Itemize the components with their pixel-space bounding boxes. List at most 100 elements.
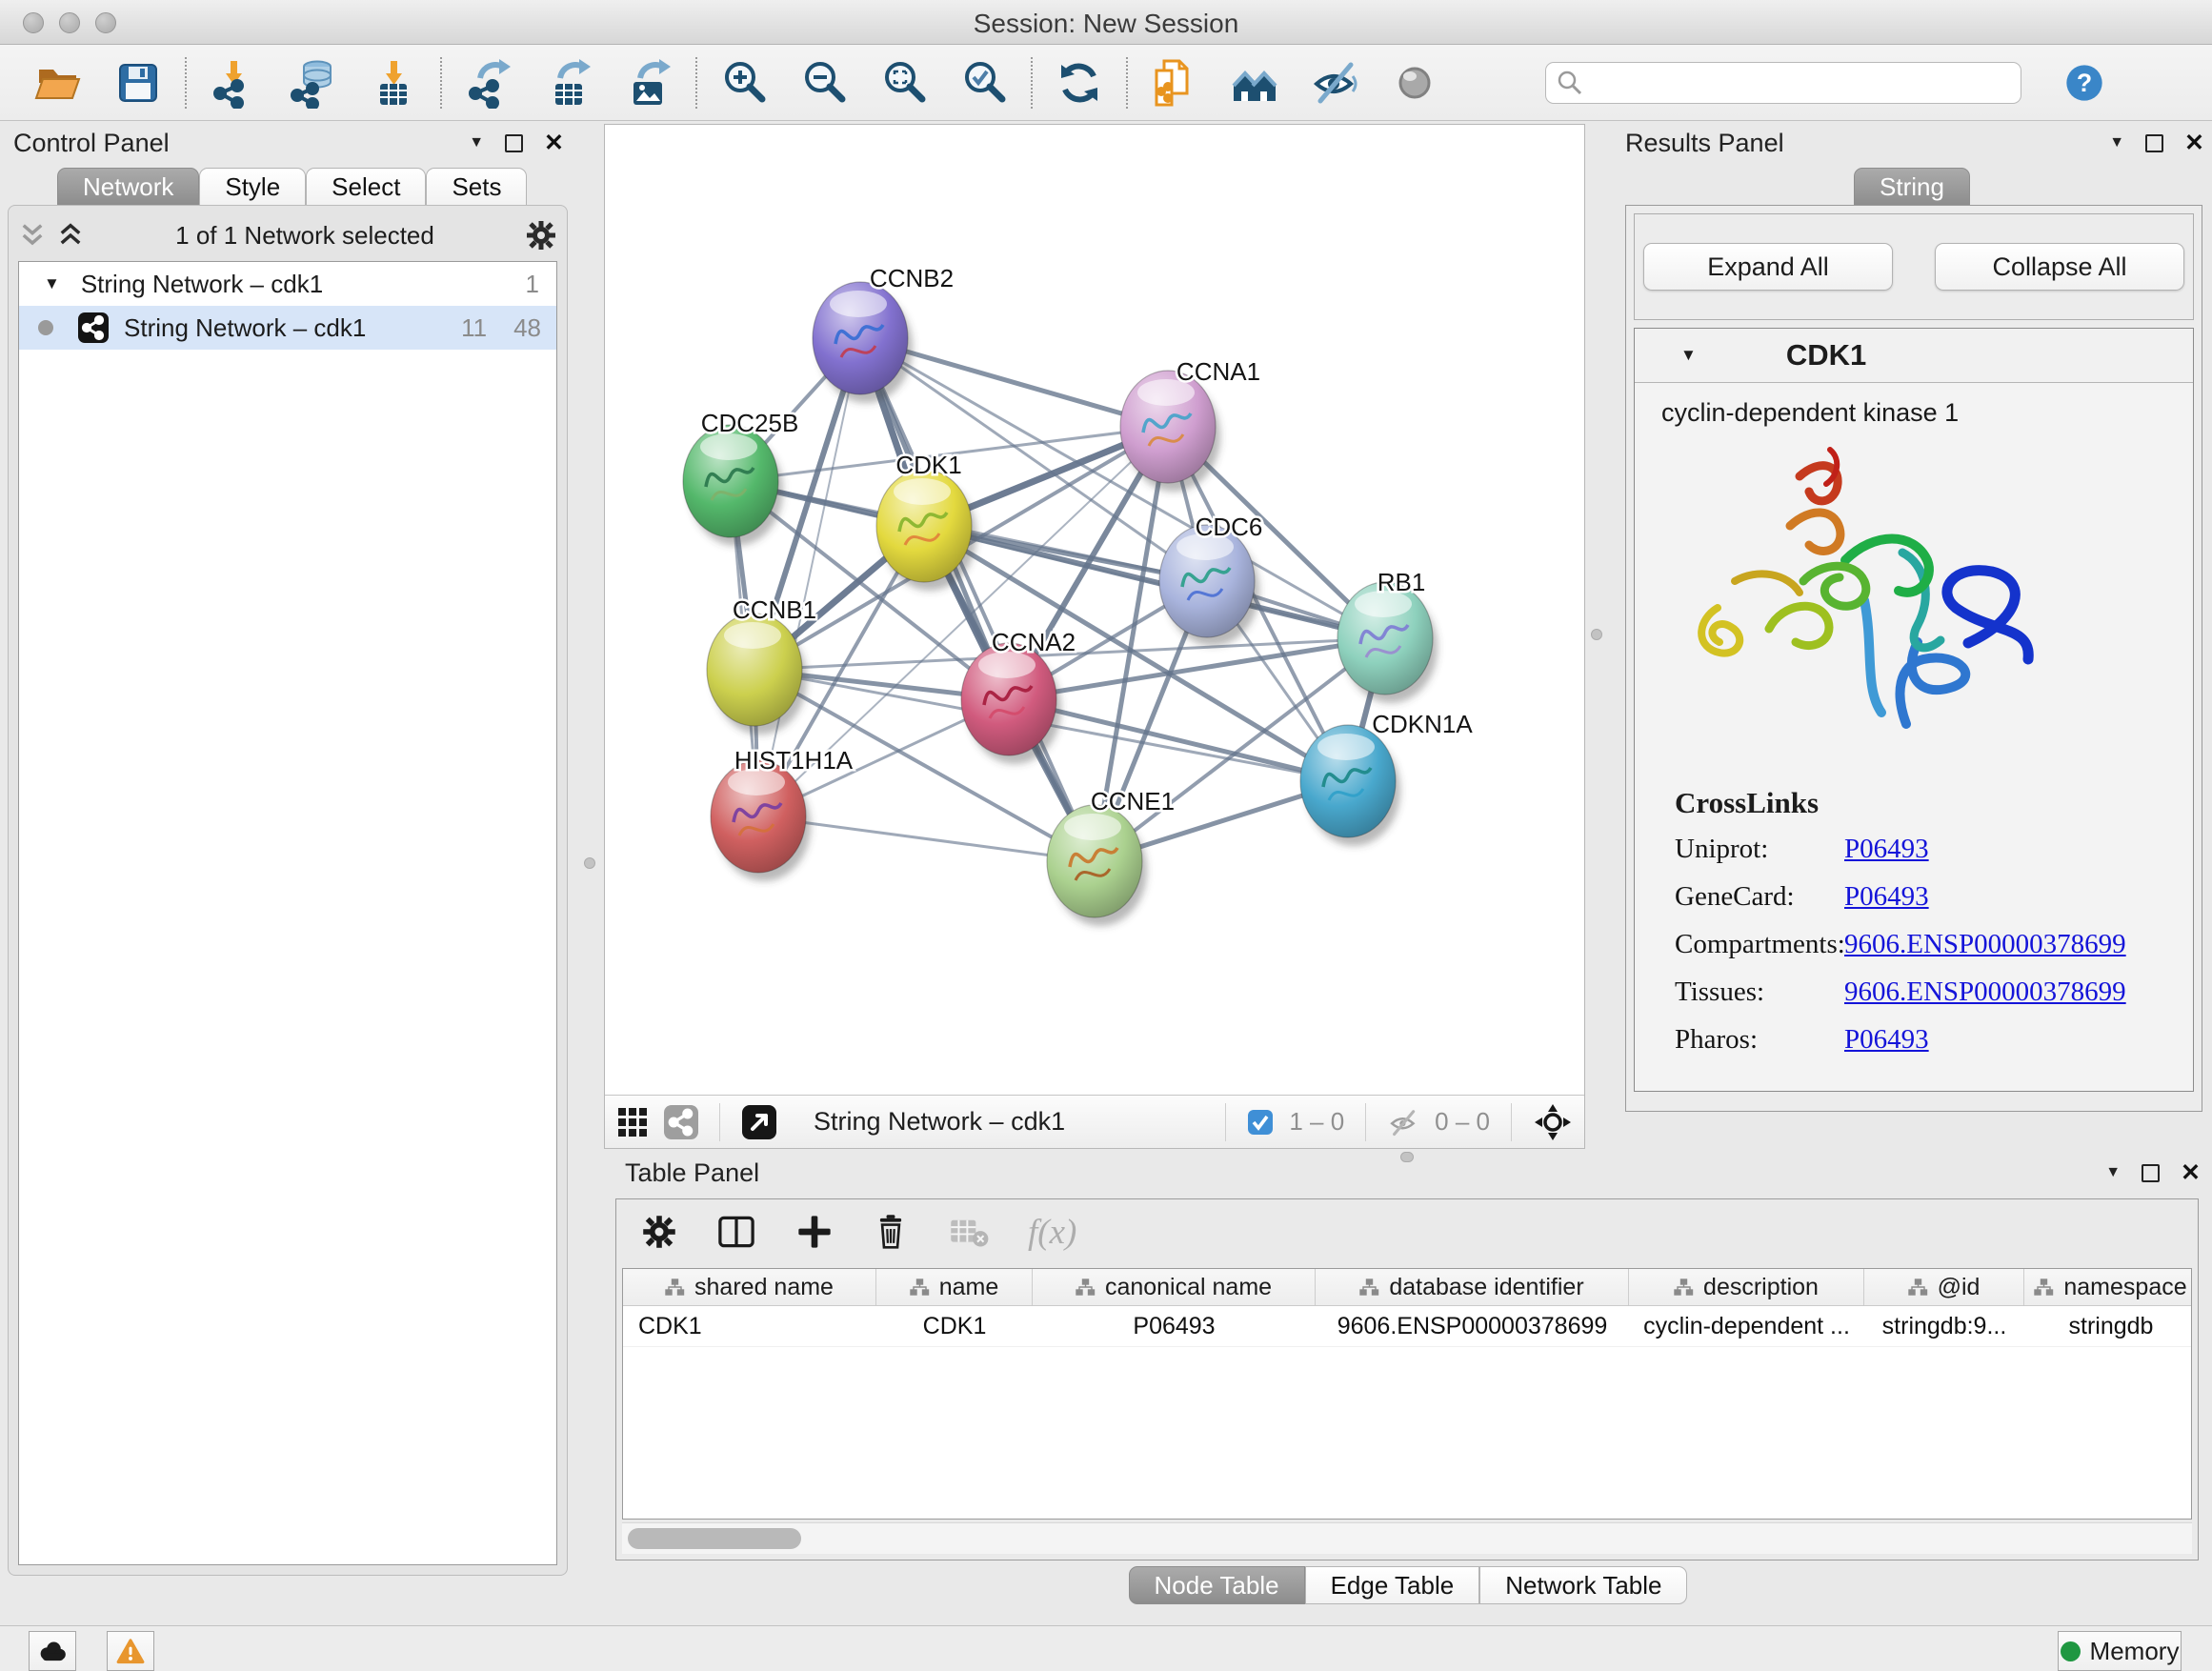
save-session-icon[interactable] (112, 57, 164, 109)
column-header-database-identifier[interactable]: database identifier (1316, 1269, 1629, 1305)
export-table-icon[interactable] (543, 57, 594, 109)
selected-nodes-checkbox-icon[interactable] (1247, 1109, 1274, 1136)
column-header-canonical-name[interactable]: canonical name (1033, 1269, 1316, 1305)
column-header-namespace[interactable]: namespace (2024, 1269, 2192, 1305)
table-panel-close-icon[interactable]: ✕ (2181, 1161, 2201, 1185)
import-network-from-database-icon[interactable] (288, 57, 339, 109)
table-panel-float-icon[interactable] (2142, 1164, 2160, 1182)
node-CCNA2[interactable]: CCNA2 (961, 628, 1076, 764)
delete-table-icon[interactable] (948, 1214, 990, 1250)
node-RB1[interactable]: RB1 (1337, 568, 1438, 703)
network-canvas[interactable]: CCNB2 CCNA1 CDC25B CDK1 CDC6 RB1 CCNB1 CCNA2 CDK… (605, 125, 1584, 1095)
edge[interactable] (860, 338, 1095, 861)
table-horizontal-scrollbar[interactable] (622, 1522, 2192, 1554)
tab-network[interactable]: Network (57, 168, 199, 206)
export-image-icon[interactable] (623, 57, 674, 109)
table-row[interactable]: CDK1CDK1P064939606.ENSP00000378699cyclin… (623, 1306, 2191, 1347)
node-CDKN1A[interactable]: CDKN1A (1300, 710, 1473, 846)
table-panel-menu-icon[interactable]: ▼ (2105, 1164, 2121, 1181)
table-settings-gear-icon[interactable] (641, 1214, 677, 1250)
network-row[interactable]: String Network – cdk1 11 48 (19, 306, 556, 350)
node-CCNB1[interactable]: CCNB1 (707, 595, 816, 735)
cell-database-identifier[interactable]: 9606.ENSP00000378699 (1316, 1313, 1629, 1340)
crosslink-value-link[interactable]: P06493 (1844, 881, 1929, 913)
left-splitter-handle[interactable] (584, 857, 595, 869)
zoom-fit-icon[interactable] (878, 57, 930, 109)
warning-status-button[interactable] (107, 1631, 154, 1671)
show-columns-icon[interactable] (715, 1213, 757, 1251)
node-table: shared namenamecanonical namedatabase id… (622, 1268, 2192, 1520)
import-string-network-icon[interactable] (1149, 57, 1200, 109)
node-CCNA1[interactable]: CCNA1 (1120, 357, 1260, 492)
control-panel-close-icon[interactable]: ✕ (544, 131, 564, 155)
results-panel-menu-icon[interactable]: ▼ (2109, 134, 2124, 151)
network-view: CCNB2 CCNA1 CDC25B CDK1 CDC6 RB1 CCNB1 CCNA2 CDK… (604, 124, 1585, 1149)
cloud-status-button[interactable] (29, 1631, 76, 1671)
scrollbar-thumb[interactable] (628, 1528, 801, 1549)
export-network-icon[interactable] (463, 57, 514, 109)
expand-all-button[interactable]: Expand All (1643, 243, 1893, 291)
column-header-name[interactable]: name (876, 1269, 1033, 1305)
refresh-network-icon[interactable] (1054, 57, 1105, 109)
help-icon[interactable]: ? (2061, 60, 2107, 106)
import-network-icon[interactable] (208, 57, 259, 109)
zoom-in-icon[interactable] (718, 57, 770, 109)
tab-node-table[interactable]: Node Table (1129, 1566, 1305, 1604)
network-options-gear-icon[interactable] (525, 219, 557, 252)
tab-string[interactable]: String (1854, 168, 1970, 206)
node-HIST1H1A[interactable]: HIST1H1A (711, 746, 854, 881)
crosslink-value-link[interactable]: 9606.ENSP00000378699 (1844, 976, 2126, 1008)
expand-all-icon[interactable] (56, 223, 85, 248)
column-header-label: @id (1938, 1274, 1981, 1301)
add-column-icon[interactable] (795, 1213, 834, 1251)
zoom-selected-icon[interactable] (958, 57, 1010, 109)
zoom-out-icon[interactable] (798, 57, 850, 109)
column-header-shared-name[interactable]: shared name (623, 1269, 876, 1305)
tab-select[interactable]: Select (306, 168, 426, 206)
tab-network-table[interactable]: Network Table (1479, 1566, 1687, 1604)
import-table-icon[interactable] (368, 57, 419, 109)
crosslink-value-link[interactable]: 9606.ENSP00000378699 (1844, 929, 2126, 960)
cell-canonical-name[interactable]: P06493 (1033, 1313, 1316, 1340)
open-session-icon[interactable] (32, 57, 84, 109)
node-CDC25B[interactable]: CDC25B (683, 409, 798, 546)
birds-eye-view-icon[interactable] (741, 1104, 777, 1140)
cell-name[interactable]: CDK1 (876, 1313, 1033, 1340)
column-header-id[interactable]: @id (1864, 1269, 2024, 1305)
control-panel-float-icon[interactable] (505, 134, 523, 152)
tab-edge-table[interactable]: Edge Table (1305, 1566, 1480, 1604)
results-panel-close-icon[interactable]: ✕ (2184, 131, 2204, 155)
crosslink-value-link[interactable]: P06493 (1844, 834, 1929, 865)
memory-button[interactable]: Memory (2058, 1631, 2182, 1671)
show-all-icon[interactable] (1389, 57, 1440, 109)
control-panel-menu-icon[interactable]: ▼ (469, 134, 484, 151)
cell-description[interactable]: cyclin-dependent ... (1629, 1313, 1864, 1340)
node-CDC6[interactable]: CDC6 (1159, 513, 1262, 646)
tab-style[interactable]: Style (199, 168, 306, 206)
cell-id[interactable]: stringdb:9... (1864, 1313, 2024, 1340)
node-label: CDK1 (895, 451, 961, 479)
gene-section-expander-icon[interactable]: ▼ (1680, 346, 1697, 365)
right-splitter-handle[interactable] (1591, 629, 1602, 640)
cell-namespace[interactable]: stringdb (2024, 1313, 2192, 1340)
grid-view-icon[interactable] (616, 1106, 649, 1138)
results-panel-float-icon[interactable] (2145, 134, 2163, 152)
crosslink-value-link[interactable]: P06493 (1844, 1024, 1929, 1056)
tab-sets[interactable]: Sets (426, 168, 527, 206)
string-home-icon[interactable] (1229, 57, 1280, 109)
node-CCNB2[interactable]: CCNB2 (813, 264, 954, 403)
pan-target-icon[interactable] (1533, 1102, 1573, 1142)
function-builder-icon[interactable]: f(x) (1028, 1212, 1076, 1253)
search-input[interactable] (1545, 62, 2021, 104)
delete-column-trash-icon[interactable] (872, 1212, 910, 1252)
crosslink-row: Pharos:P06493 (1675, 1024, 2126, 1056)
network-collection-row[interactable]: ▼ String Network – cdk1 1 (19, 262, 556, 306)
network-share-icon[interactable] (664, 1105, 698, 1139)
column-header-description[interactable]: description (1629, 1269, 1864, 1305)
collapse-all-icon[interactable] (18, 223, 47, 248)
cell-shared-name[interactable]: CDK1 (623, 1313, 876, 1340)
collapse-all-button[interactable]: Collapse All (1935, 243, 2184, 291)
tree-expander-icon[interactable]: ▼ (44, 274, 60, 293)
hide-unhide-icon[interactable] (1309, 57, 1360, 109)
node-CDK1[interactable]: CDK1 (876, 451, 976, 591)
